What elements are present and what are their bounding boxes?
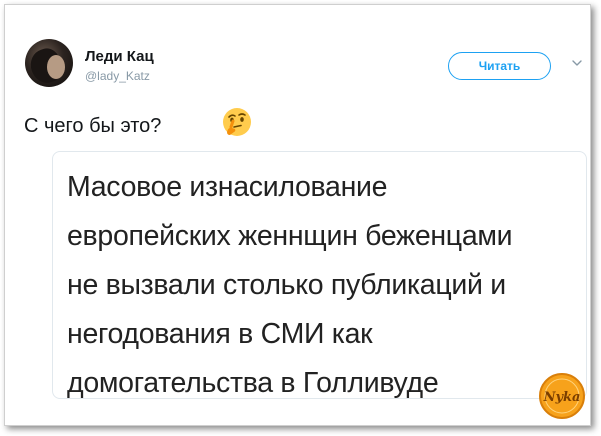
card-line: европейских женнщин беженцами bbox=[67, 220, 513, 252]
svg-text:Nyka: Nyka bbox=[543, 390, 581, 405]
author-handle[interactable]: @lady_Katz bbox=[85, 69, 150, 83]
thinking-face-icon bbox=[223, 108, 251, 136]
follow-button[interactable]: Читать bbox=[448, 52, 551, 80]
card-text: Масовое изнасилование европейских женнщи… bbox=[53, 152, 586, 399]
author-name[interactable]: Леди Кац bbox=[85, 48, 154, 65]
quoted-text-card[interactable]: Масовое изнасилование европейских женнщи… bbox=[52, 151, 587, 399]
avatar[interactable] bbox=[25, 39, 73, 87]
tweet-text: С чего бы это? bbox=[24, 115, 162, 137]
watermark-logo: Nyka bbox=[539, 373, 585, 419]
card-line: негодования в СМИ как bbox=[67, 318, 373, 350]
screenshot-frame: Леди Кац @lady_Katz Читать С чего бы это… bbox=[4, 4, 591, 426]
chevron-down-icon[interactable] bbox=[571, 58, 583, 68]
card-line: не вызвали столько публикаций и bbox=[67, 269, 506, 301]
avatar-face bbox=[47, 55, 65, 79]
card-line: домогательства в Голливуде bbox=[67, 367, 439, 399]
card-line: Масовое изнасилование bbox=[67, 171, 388, 203]
